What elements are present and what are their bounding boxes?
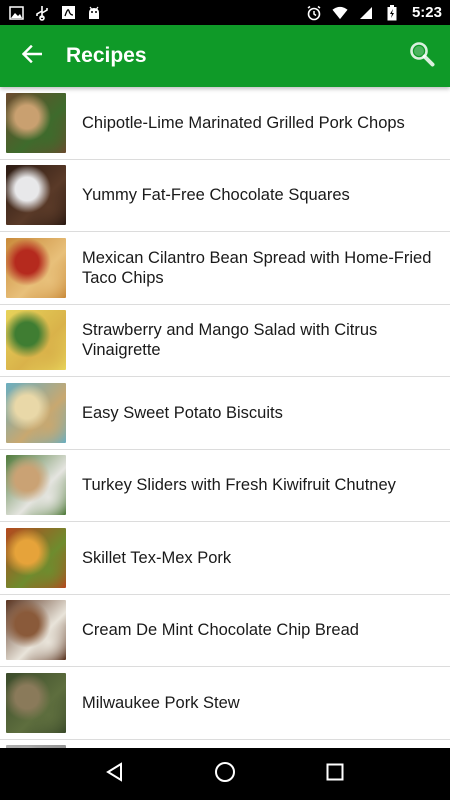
recipe-row[interactable]: Mexican Cilantro Bean Spread with Home-F…	[0, 232, 450, 305]
recipe-thumbnail	[6, 165, 66, 226]
android-icon	[86, 5, 102, 21]
arrow-back-icon	[21, 44, 43, 68]
recipe-row[interactable]: Cream De Mint Chocolate Chip Bread	[0, 595, 450, 667]
nav-recents-button[interactable]	[305, 748, 365, 800]
signal-icon	[358, 5, 374, 21]
search-icon	[409, 41, 435, 72]
recipe-title: Skillet Tex-Mex Pork	[82, 548, 232, 567]
back-triangle-icon	[105, 761, 125, 787]
recipe-title: Mexican Cilantro Bean Spread with Home-F…	[82, 248, 432, 287]
app-bar: Recipes	[0, 25, 450, 87]
recipe-row[interactable]: Skillet Tex-Mex Pork	[0, 522, 450, 595]
recipe-title: Cream De Mint Chocolate Chip Bread	[82, 621, 359, 640]
recipe-title: Milwaukee Pork Stew	[82, 693, 240, 712]
recipe-title: Turkey Sliders with Fresh Kiwifruit Chut…	[82, 476, 396, 495]
status-time: 5:23	[411, 4, 442, 21]
pdf-icon	[60, 5, 76, 21]
recipe-thumbnail	[6, 600, 66, 661]
recipe-title: Easy Sweet Potato Biscuits	[82, 403, 283, 422]
status-bar: 5:23	[0, 0, 450, 25]
usb-icon	[34, 5, 50, 21]
nav-home-button[interactable]	[195, 748, 255, 800]
recipe-title: Strawberry and Mango Salad with Citrus V…	[82, 321, 378, 360]
recipe-thumbnail	[6, 672, 66, 733]
alarm-icon	[306, 5, 322, 21]
recipe-row[interactable]: Chipotle-Lime Marinated Grilled Pork Cho…	[0, 87, 450, 160]
status-left-icons	[8, 5, 102, 21]
recipe-thumbnail	[6, 455, 66, 516]
recipe-row[interactable]: Turkey Sliders with Fresh Kiwifruit Chut…	[0, 450, 450, 522]
recipe-row[interactable]: Strawberry and Mango Salad with Citrus V…	[0, 305, 450, 377]
navigation-bar	[0, 748, 450, 800]
back-button[interactable]	[0, 25, 64, 87]
search-button[interactable]	[394, 25, 450, 87]
recipe-thumbnail	[6, 382, 66, 443]
image-icon	[8, 5, 24, 21]
recipe-thumbnail	[6, 92, 66, 153]
home-circle-icon	[214, 761, 236, 788]
recipe-row[interactable]: Easy Sweet Potato Biscuits	[0, 377, 450, 450]
recipe-list[interactable]: Chipotle-Lime Marinated Grilled Pork Cho…	[0, 87, 450, 748]
recipe-thumbnail	[6, 237, 66, 298]
recipe-title: Chipotle-Lime Marinated Grilled Pork Cho…	[82, 113, 405, 132]
status-right-icons: 5:23	[306, 4, 442, 21]
recipe-row[interactable]	[0, 740, 450, 748]
nav-back-button[interactable]	[85, 748, 145, 800]
recipe-row[interactable]: Milwaukee Pork Stew	[0, 667, 450, 740]
recipe-title: Yummy Fat-Free Chocolate Squares	[82, 186, 350, 205]
wifi-icon	[332, 5, 348, 21]
recipe-thumbnail	[6, 310, 66, 371]
recents-square-icon	[326, 763, 344, 786]
page-title: Recipes	[66, 44, 147, 67]
recipe-thumbnail	[6, 527, 66, 588]
recipe-row[interactable]: Yummy Fat-Free Chocolate Squares	[0, 160, 450, 232]
battery-icon	[384, 4, 400, 21]
